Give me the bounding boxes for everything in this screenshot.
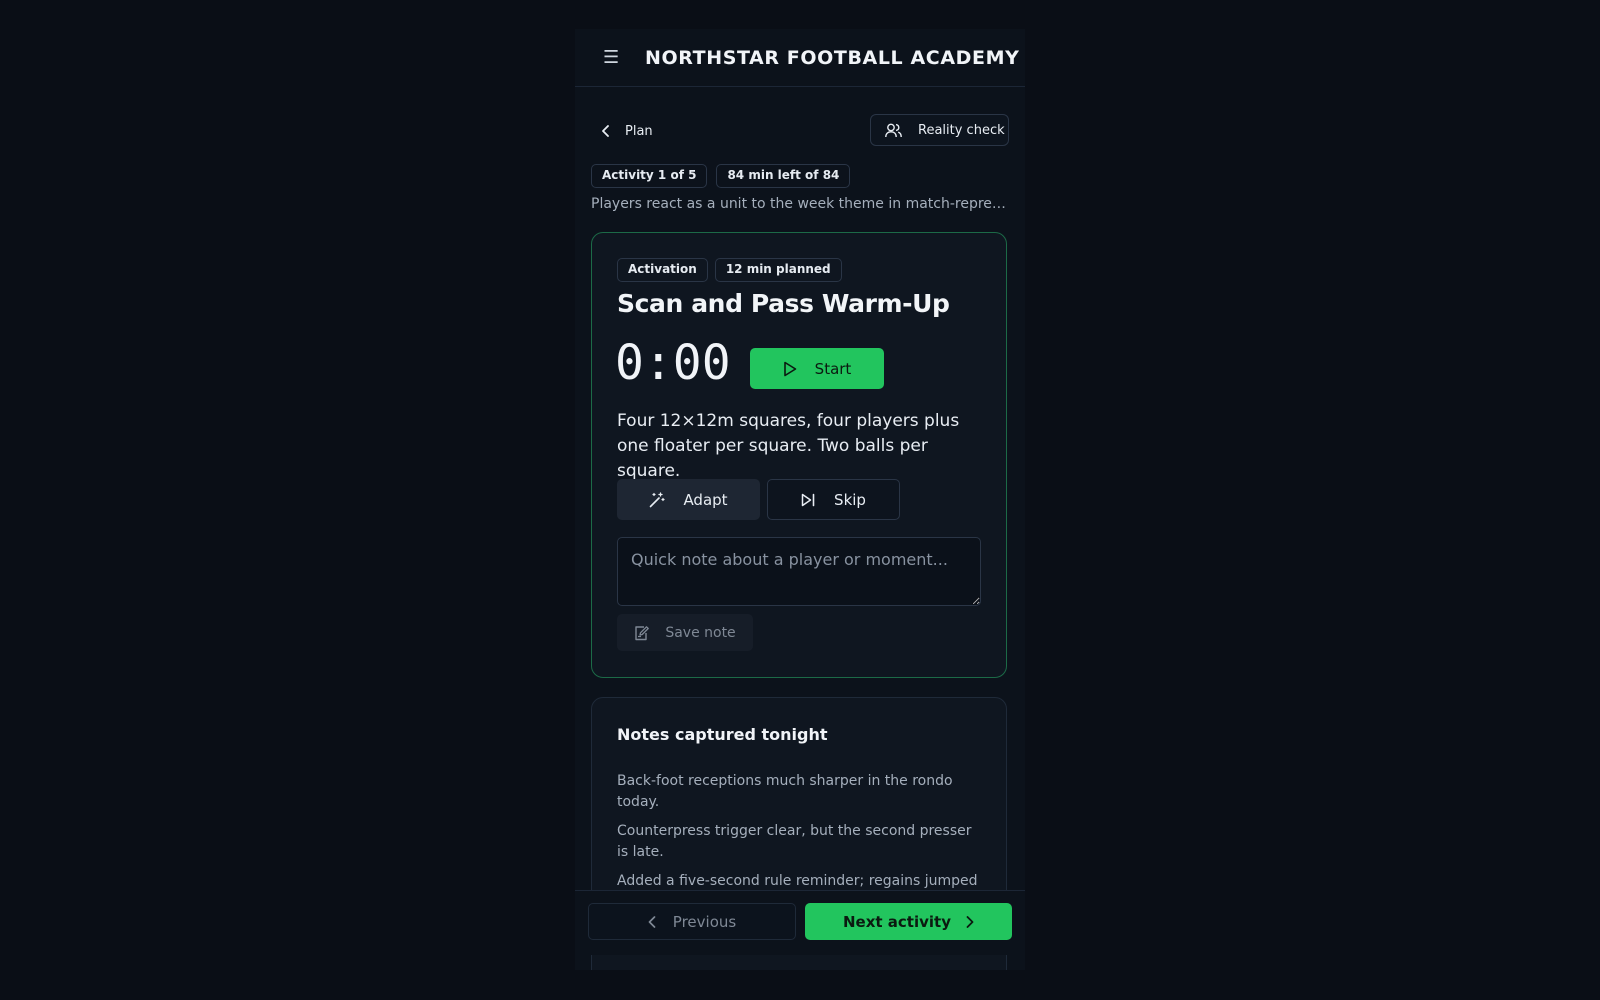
previous-label: Previous [672, 912, 737, 931]
start-timer-button[interactable]: Start [750, 348, 884, 389]
chevron-right-icon [966, 915, 974, 928]
activity-category-badge: Activation [617, 258, 708, 282]
top-bar: ☰ NORTHSTAR FOOTBALL ACADEMY [575, 29, 1025, 87]
skip-button[interactable]: Skip [767, 479, 900, 520]
reality-check-label: Reality check [918, 122, 1005, 138]
adapt-label: Adapt [683, 490, 728, 509]
previous-button[interactable]: Previous [588, 903, 796, 940]
time-left-badge: 84 min left of 84 [716, 164, 851, 188]
chevron-left-icon [648, 915, 656, 928]
app-title: NORTHSTAR FOOTBALL ACADEMY [645, 46, 1020, 69]
chevron-left-icon [602, 125, 609, 137]
notes-title: Notes captured tonight [617, 725, 828, 744]
session-summary: Players react as a unit to the week them… [591, 196, 1011, 212]
users-icon [885, 123, 902, 137]
start-label: Start [814, 359, 852, 378]
quick-note-input[interactable] [617, 537, 981, 606]
back-to-plan-button[interactable]: Plan [591, 114, 663, 148]
edit-note-icon [635, 625, 650, 640]
play-icon [783, 361, 796, 376]
next-activity-label: Next activity [843, 912, 951, 931]
nav-row: Plan Reality check [591, 114, 1009, 148]
bottom-navigation: Previous Next activity [575, 890, 1025, 955]
app-screen: ☰ NORTHSTAR FOOTBALL ACADEMY Plan Realit… [575, 29, 1025, 970]
reality-check-button[interactable]: Reality check [870, 114, 1009, 146]
magic-wand-icon [650, 491, 666, 507]
back-label: Plan [625, 123, 653, 139]
planned-duration-badge: 12 min planned [714, 258, 842, 282]
menu-icon[interactable]: ☰ [603, 47, 623, 68]
skip-label: Skip [834, 490, 866, 509]
next-activity-button[interactable]: Next activity [805, 903, 1012, 940]
save-note-label: Save note [665, 624, 736, 641]
activity-description: Four 12×12m squares, four players plus o… [617, 411, 960, 481]
activity-title: Scan and Pass Warm-Up [617, 289, 950, 318]
activity-timer: 0:00 [615, 335, 731, 391]
save-note-button[interactable]: Save note [617, 614, 753, 651]
list-item: Back-foot receptions much sharper in the… [617, 773, 953, 810]
adapt-button[interactable]: Adapt [617, 479, 760, 520]
skip-forward-icon [801, 493, 815, 506]
activity-chips: Activation 12 min planned [617, 258, 842, 282]
activity-progress-badge: Activity 1 of 5 [591, 164, 708, 188]
activity-card: Activation 12 min planned Scan and Pass … [591, 232, 1007, 678]
session-chips: Activity 1 of 5 84 min left of 84 [591, 164, 851, 188]
list-item: Counterpress trigger clear, but the seco… [617, 823, 972, 860]
